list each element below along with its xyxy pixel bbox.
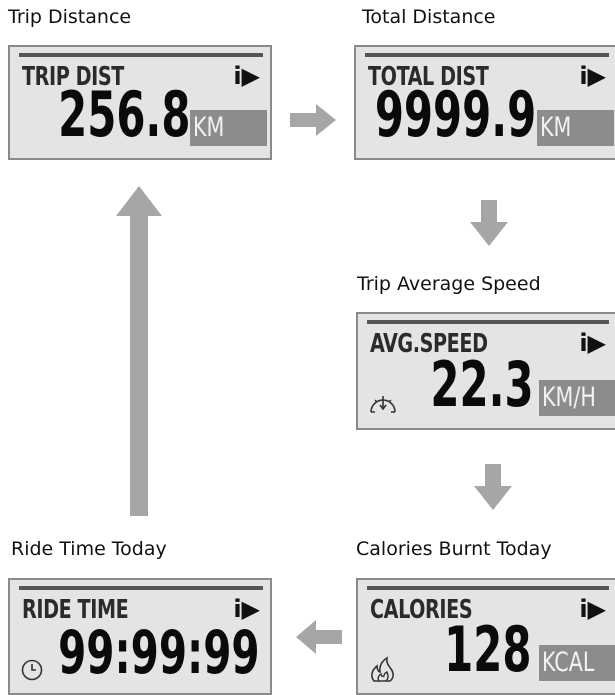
unit-label: KCAL [542, 647, 595, 678]
unit-label: KM [193, 112, 225, 143]
info-icon: i▶ [579, 62, 606, 90]
screen-top-bar [19, 53, 263, 57]
screen-value: 9999.9 [374, 78, 536, 151]
unit-label: KM [540, 112, 572, 143]
trip-distance-screen: TRIP DIST i▶ 256.8 KM [8, 45, 272, 160]
right-arrow [290, 104, 336, 136]
screen-top-bar [365, 53, 609, 57]
speedometer-icon [370, 396, 396, 413]
info-icon: i▶ [233, 62, 260, 90]
screen-value: 256.8 [57, 78, 190, 151]
caption-total-distance: Total Distance [362, 6, 496, 28]
ride-time-screen: RIDE TIME i▶ 99:99:99 [8, 578, 272, 695]
caption-calories: Calories Burnt Today [356, 538, 552, 560]
screen-value: 22.3 [430, 348, 534, 421]
info-icon: i▶ [579, 329, 606, 357]
up-arrow [116, 186, 162, 516]
caption-avg-speed: Trip Average Speed [357, 273, 541, 295]
screen-top-bar [367, 320, 609, 324]
down-arrow [470, 200, 508, 246]
unit-badge: KM [537, 110, 614, 146]
avg-speed-screen: AVG.SPEED i▶ 22.3 KM/H [356, 312, 615, 430]
unit-badge: KM [190, 110, 267, 146]
total-distance-screen: TOTAL DIST i▶ 9999.9 KM [354, 45, 615, 160]
screen-top-bar [19, 586, 263, 590]
unit-badge: KM/H [539, 380, 615, 416]
caption-ride-time: Ride Time Today [11, 538, 167, 560]
caption-trip-distance: Trip Distance [8, 6, 132, 28]
unit-label: KM/H [542, 382, 596, 413]
down-arrow [474, 464, 512, 510]
clock-icon [21, 659, 43, 681]
info-icon: i▶ [579, 595, 606, 623]
calories-screen: CALORIES i▶ 128 KCAL [356, 578, 615, 695]
left-arrow [296, 620, 342, 654]
unit-badge: KCAL [539, 645, 615, 681]
screen-value: 128 [443, 613, 531, 686]
screen-value: 99:99:99 [58, 618, 260, 688]
flame-icon [371, 656, 394, 682]
screen-top-bar [367, 586, 609, 590]
